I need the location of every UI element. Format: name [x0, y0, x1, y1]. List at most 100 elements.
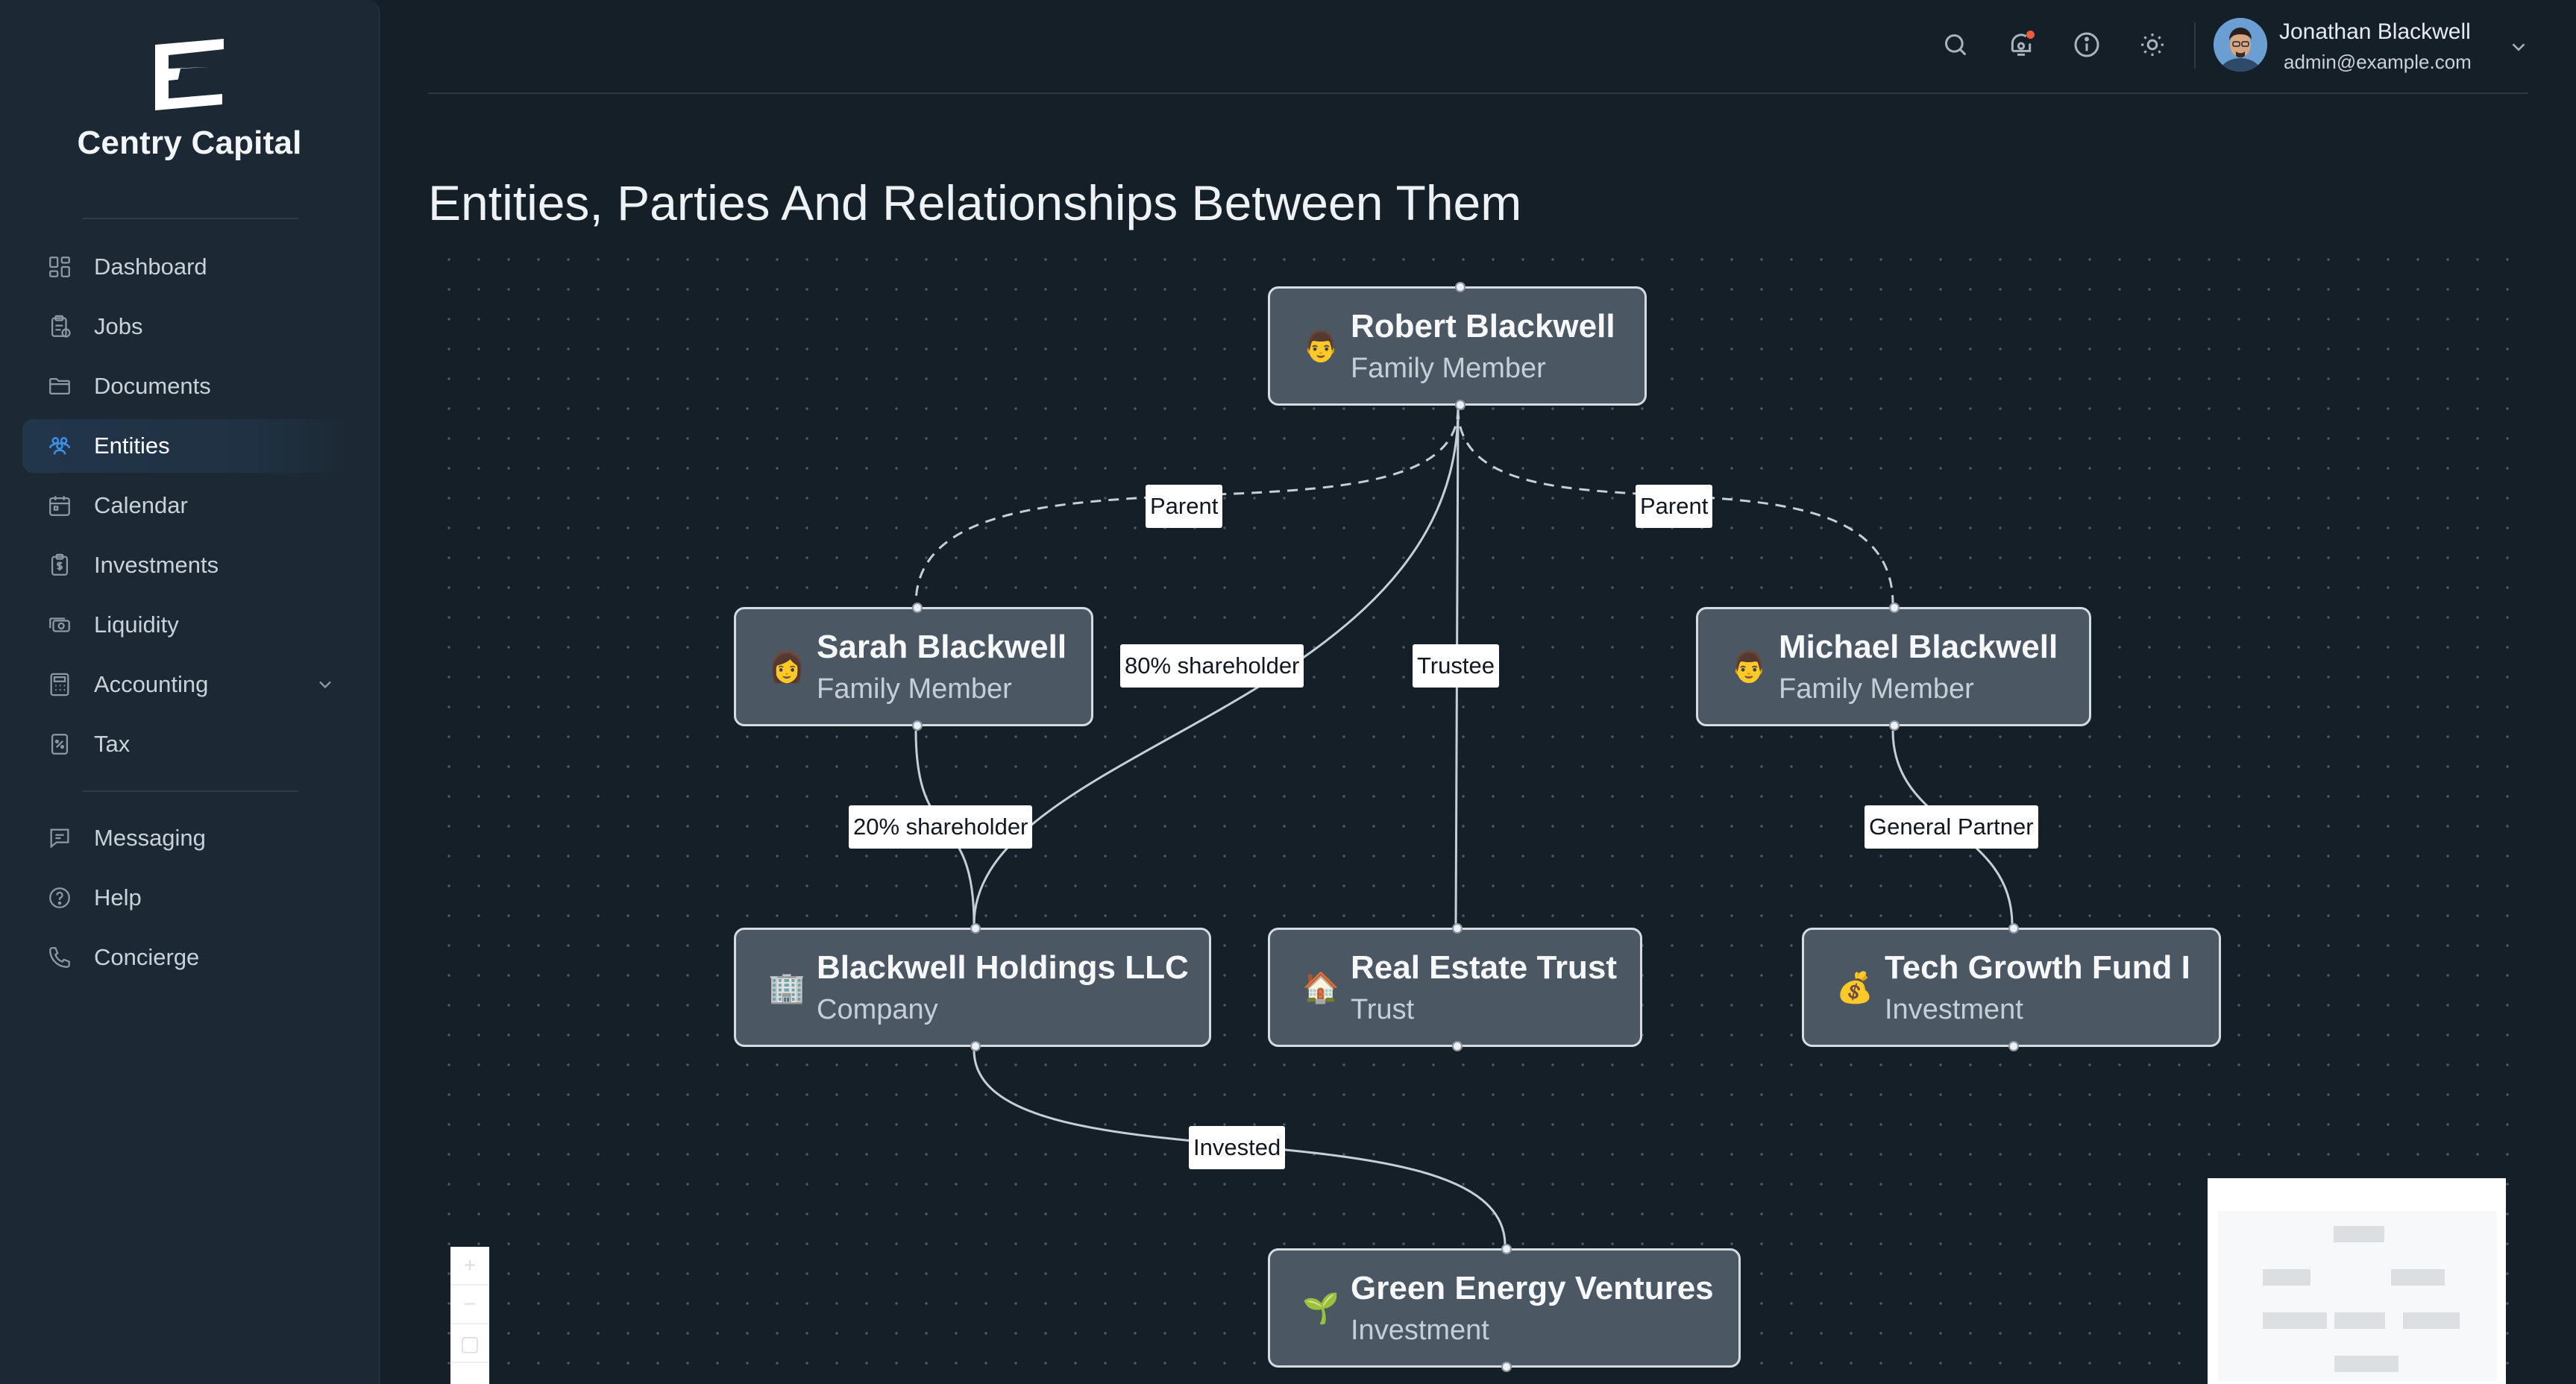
node-type: Family Member [1351, 352, 1546, 384]
graph-controls: + − ▢ [450, 1247, 489, 1384]
minimap-node [2263, 1312, 2327, 1329]
entity-node-fund[interactable]: 💰 Tech Growth Fund I Investment [1802, 923, 2221, 1051]
node-handle-bottom[interactable] [970, 1041, 981, 1051]
sidebar-item-entities[interactable]: Entities [22, 419, 358, 473]
message-icon [46, 825, 73, 852]
brand-name: Centry Capital [77, 125, 302, 161]
entity-node-holdings[interactable]: 🏢 Blackwell Holdings LLC Company [734, 923, 1211, 1051]
sidebar-item-investments[interactable]: Investments [22, 538, 358, 592]
entity-node-green[interactable]: 🌱 Green Energy Ventures Investment [1268, 1244, 1741, 1372]
zoom-out-button[interactable]: − [450, 1286, 489, 1324]
sidebar-item-tax[interactable]: Tax [22, 717, 358, 771]
sidebar-item-documents[interactable]: Documents [22, 359, 358, 413]
node-handle-top[interactable] [1455, 282, 1466, 292]
node-handle-bottom[interactable] [1501, 1362, 1512, 1372]
fit-view-button[interactable]: ▢ [450, 1324, 489, 1363]
info-button[interactable] [2069, 27, 2105, 63]
user-email: admin@example.com [2284, 51, 2472, 73]
folder-icon [46, 373, 73, 400]
brand-logo-icon [155, 39, 224, 110]
graph-minimap[interactable] [2208, 1178, 2506, 1384]
zoom-in-button[interactable]: + [450, 1247, 489, 1286]
sidebar-item-label: Liquidity [94, 611, 179, 638]
calculator-icon [46, 671, 73, 698]
search-button[interactable] [1938, 27, 1973, 63]
person-icon: 👨 [1302, 329, 1339, 364]
seedling-icon: 🌱 [1302, 1291, 1339, 1326]
house-icon: 🏠 [1302, 970, 1339, 1005]
sidebar-item-messaging[interactable]: Messaging [22, 811, 358, 865]
calendar-icon [46, 492, 73, 519]
node-handle-bottom[interactable] [912, 720, 923, 731]
node-name: Tech Growth Fund I [1885, 949, 2190, 986]
node-type: Trust [1351, 993, 1415, 1025]
node-handle-bottom[interactable] [1452, 1041, 1463, 1051]
chevron-down-icon[interactable] [2507, 36, 2530, 58]
sidebar-item-label: Calendar [94, 492, 188, 518]
entity-node-michael[interactable]: 👨 Michael Blackwell Family Member [1696, 603, 2091, 731]
node-handle-bottom[interactable] [1455, 400, 1466, 410]
sidebar-item-concierge[interactable]: Concierge [22, 931, 358, 984]
avatar[interactable] [2214, 18, 2267, 72]
node-handle-bottom[interactable] [1889, 720, 1900, 731]
node-handle-top[interactable] [2008, 923, 2019, 934]
edge-label[interactable]: Trustee [1413, 644, 1499, 688]
info-icon [2074, 32, 2099, 57]
edge-label[interactable]: General Partner [1865, 805, 2038, 849]
edge-label[interactable]: 20% shareholder [849, 805, 1033, 849]
node-type: Investment [1885, 993, 2023, 1025]
user-name[interactable]: Jonathan Blackwell [2279, 19, 2471, 45]
person-icon: 👨 [1730, 649, 1768, 685]
brand-block[interactable]: Centry Capital [0, 39, 379, 162]
sidebar: Centry Capital Dashboard Jobs Documents … [0, 0, 380, 1384]
entity-node-trust[interactable]: 🏠 Real Estate Trust Trust [1268, 923, 1642, 1051]
graph-canvas[interactable] [428, 239, 2509, 1384]
sidebar-item-label: Help [94, 884, 142, 910]
edge-label[interactable]: Parent [1146, 485, 1223, 528]
sidebar-item-liquidity[interactable]: Liquidity [22, 598, 358, 652]
node-handle-bottom[interactable] [2008, 1041, 2019, 1051]
minus-icon: − [463, 1292, 477, 1315]
sidebar-item-label: Concierge [94, 944, 200, 970]
sidebar-item-label: Messaging [94, 825, 206, 851]
minimap-node [2403, 1312, 2460, 1329]
sidebar-item-label: Dashboard [94, 254, 207, 280]
sidebar-item-label: Jobs [94, 313, 143, 339]
sidebar-item-help[interactable]: Help [22, 871, 358, 925]
node-name: Robert Blackwell [1351, 307, 1615, 345]
tax-icon [46, 731, 73, 758]
minimap-node [2263, 1269, 2310, 1286]
clipboard-icon [46, 313, 73, 340]
theme-toggle-button[interactable] [2134, 27, 2170, 63]
fit-view-icon: ▢ [459, 1331, 480, 1355]
sidebar-item-calendar[interactable]: Calendar [22, 479, 358, 532]
minimap-node [2334, 1226, 2384, 1242]
edge-label[interactable]: Parent [1636, 485, 1713, 528]
node-type: Company [817, 993, 938, 1025]
chevron-down-icon[interactable] [315, 674, 336, 695]
node-type: Investment [1351, 1314, 1489, 1346]
node-name: Blackwell Holdings LLC [817, 949, 1189, 986]
entity-node-sarah[interactable]: 👩 Sarah Blackwell Family Member [734, 603, 1093, 731]
node-handle-top[interactable] [912, 603, 923, 613]
node-handle-top[interactable] [1501, 1244, 1512, 1254]
people-icon [46, 432, 73, 459]
edge-label[interactable]: 80% shareholder [1120, 644, 1304, 688]
page-title: Entities, Parties And Relationships Betw… [428, 175, 1522, 231]
node-name: Michael Blackwell [1779, 628, 2058, 665]
sidebar-item-accounting[interactable]: Accounting [22, 658, 358, 711]
minimap-node [2334, 1356, 2398, 1372]
sidebar-item-label: Documents [94, 373, 211, 399]
sidebar-item-jobs[interactable]: Jobs [22, 300, 358, 353]
sidebar-item-label: Investments [94, 552, 219, 578]
node-handle-top[interactable] [1889, 603, 1900, 613]
notifications-button[interactable] [2003, 27, 2039, 63]
edge-label[interactable]: Invested [1189, 1126, 1286, 1169]
notification-badge [2026, 31, 2035, 39]
minimap-viewport [2218, 1211, 2497, 1381]
node-handle-top[interactable] [1452, 923, 1463, 934]
entity-node-robert[interactable]: 👨 Robert Blackwell Family Member [1268, 282, 1647, 410]
node-handle-top[interactable] [970, 923, 981, 934]
plus-icon: + [463, 1254, 477, 1277]
sidebar-item-dashboard[interactable]: Dashboard [22, 240, 358, 294]
